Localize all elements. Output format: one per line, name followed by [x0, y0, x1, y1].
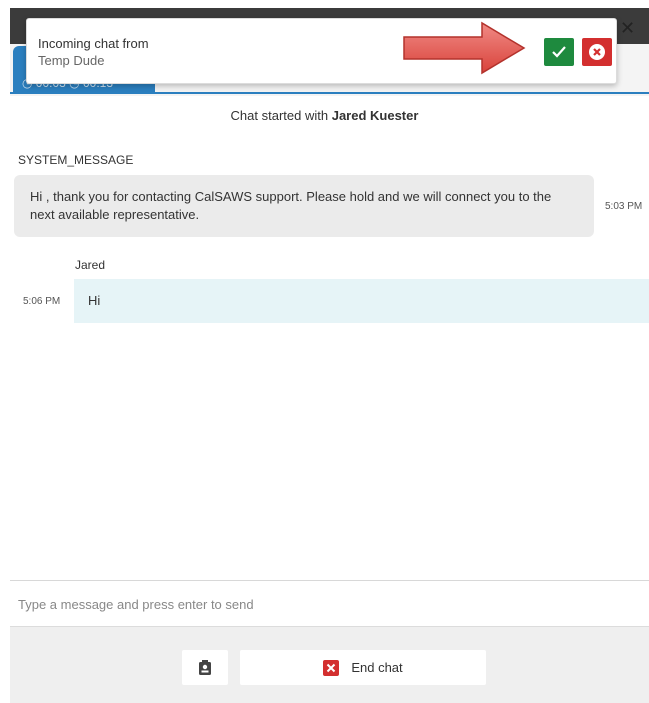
- chat-started-banner: Chat started with Jared Kuester: [0, 108, 649, 123]
- end-chat-icon: [323, 659, 340, 676]
- message-timestamp: 5:06 PM: [23, 296, 61, 307]
- notification-caller: Temp Dude: [38, 53, 105, 68]
- message-sender: SYSTEM_MESSAGE: [18, 153, 134, 167]
- close-circle-icon: [589, 44, 605, 60]
- accept-chat-button[interactable]: [544, 38, 574, 66]
- chat-started-name: Jared Kuester: [331, 108, 419, 123]
- end-chat-button[interactable]: End chat: [240, 650, 486, 685]
- end-chat-label: End chat: [351, 660, 403, 675]
- message-sender: Jared: [75, 258, 106, 272]
- tab-underline: [10, 92, 649, 94]
- chat-started-prefix: Chat started with: [230, 108, 329, 123]
- chat-message-input[interactable]: [10, 587, 649, 621]
- notification-title: Incoming chat from: [38, 36, 149, 51]
- incoming-chat-notification: Incoming chat from Temp Dude: [26, 18, 617, 84]
- quick-connects-button[interactable]: [182, 650, 228, 685]
- system-message-bubble: Hi , thank you for contacting CalSAWS su…: [14, 175, 594, 237]
- message-timestamp: 5:03 PM: [605, 201, 643, 212]
- annotation-arrow: [403, 21, 526, 75]
- agent-message-bubble: Hi: [74, 279, 649, 323]
- contact-card-icon: [199, 659, 211, 675]
- composer-divider: [10, 580, 649, 581]
- check-icon: [552, 46, 566, 58]
- close-notification-icon[interactable]: ✕: [620, 18, 635, 39]
- reject-chat-button[interactable]: [582, 38, 612, 66]
